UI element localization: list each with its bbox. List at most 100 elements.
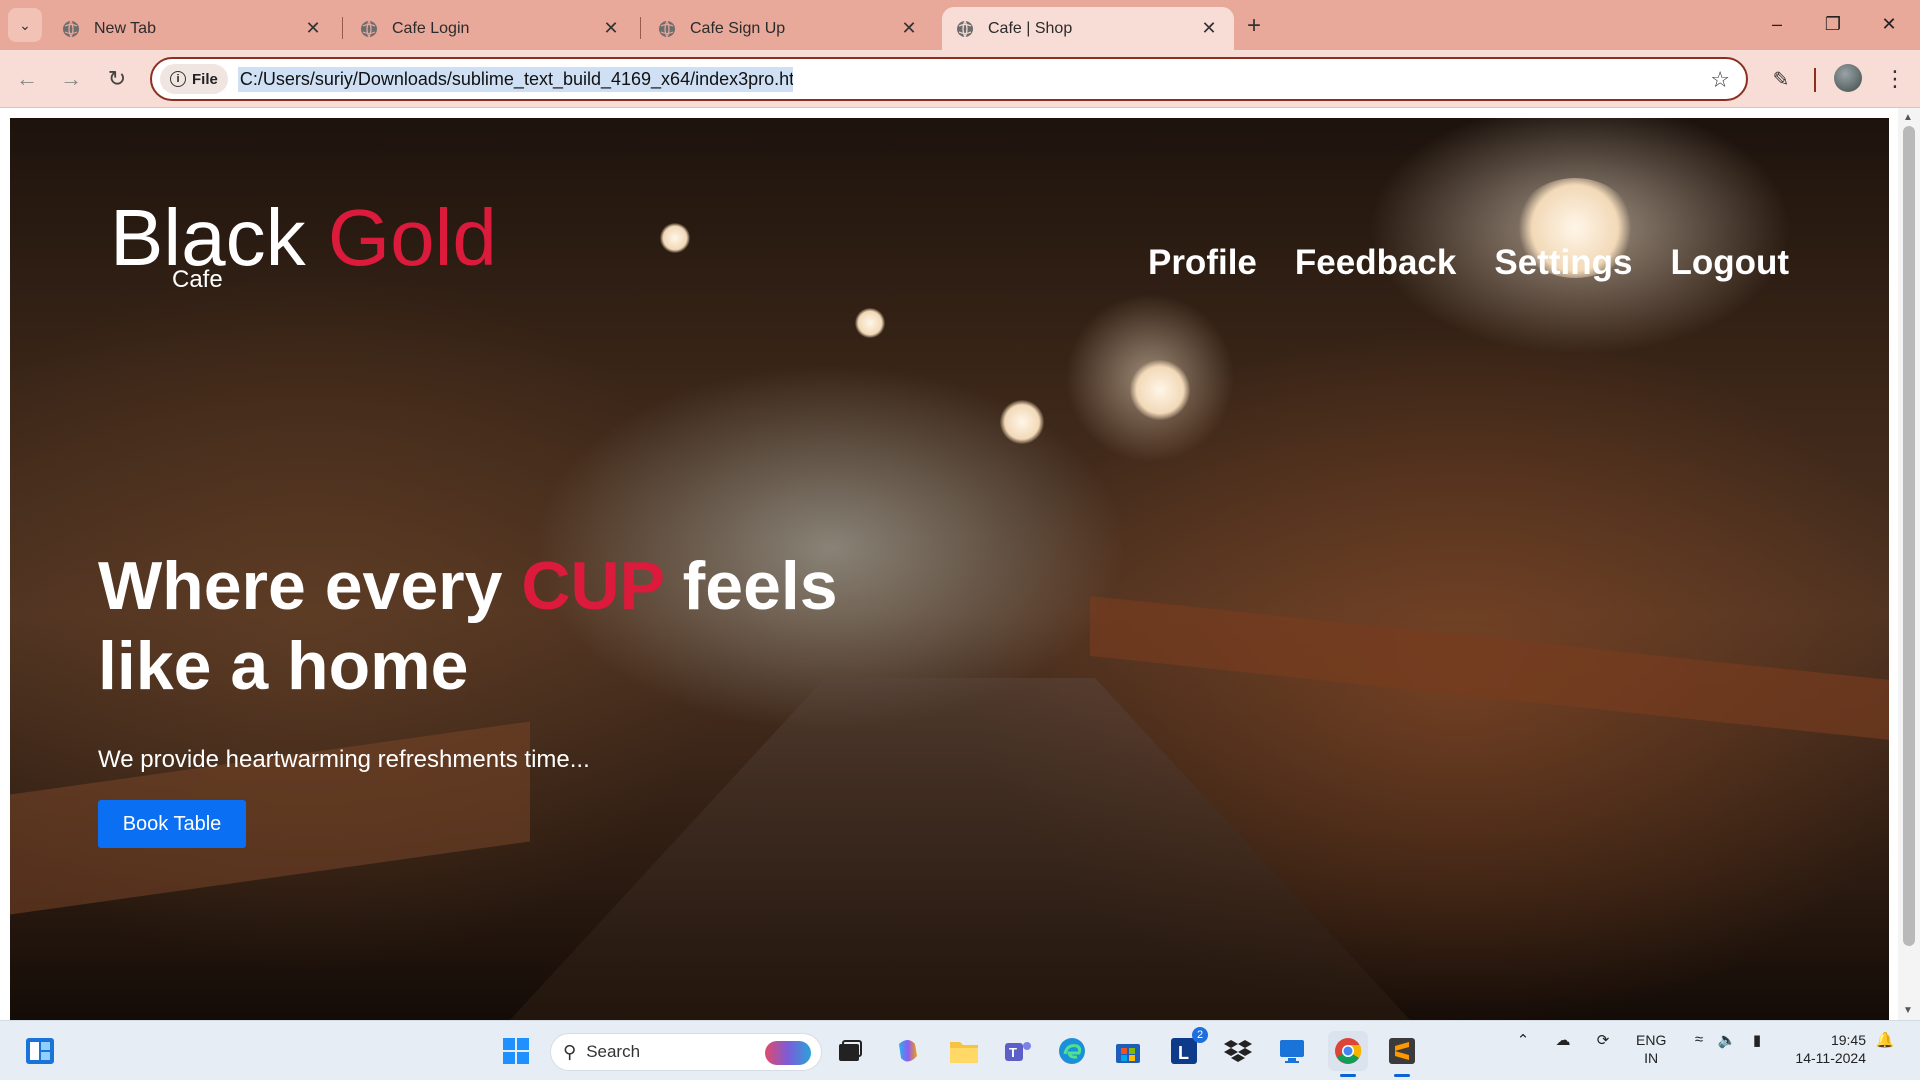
clock-date: 14-11-2024: [1795, 1050, 1866, 1066]
browser-menu-button[interactable]: ⋮: [1880, 62, 1910, 96]
arrow-left-icon: ←: [16, 66, 38, 91]
chrome-button[interactable]: [1328, 1031, 1368, 1077]
tab-new-tab[interactable]: New Tab ✕: [48, 7, 338, 50]
taskbar-search-box[interactable]: ⚲ Search: [550, 1033, 822, 1071]
globe-icon: [63, 20, 79, 37]
plus-icon: +: [1246, 12, 1261, 39]
nav-feedback-link[interactable]: Feedback: [1295, 243, 1456, 283]
close-tab-icon[interactable]: ✕: [1198, 18, 1220, 40]
tab-title: New Tab: [94, 19, 156, 37]
back-button[interactable]: ←: [10, 62, 44, 96]
page-scrollbar[interactable]: ▲ ▼: [1898, 108, 1920, 1020]
search-icon: ⚲: [563, 1041, 577, 1062]
sublime-text-icon: [1389, 1038, 1415, 1064]
restore-icon: ❐: [1824, 13, 1842, 34]
widgets-icon: [26, 1038, 54, 1064]
wifi-icon: ≈: [1694, 1031, 1704, 1048]
svg-text:L: L: [1178, 1043, 1189, 1063]
store-icon: [1116, 1044, 1140, 1063]
brand-word-gold: Gold: [327, 193, 497, 282]
speaker-icon: 🔈: [1717, 1032, 1737, 1049]
reload-button[interactable]: ↻: [100, 62, 134, 96]
dropbox-button[interactable]: [1218, 1031, 1258, 1071]
edge-button[interactable]: [1052, 1031, 1092, 1071]
brand-logo[interactable]: Black Gold Cafe: [110, 198, 497, 294]
onedrive-button[interactable]: ☁: [1548, 1031, 1578, 1049]
close-window-button[interactable]: ✕: [1866, 8, 1912, 40]
region-code: IN: [1644, 1050, 1659, 1066]
url-text[interactable]: C:/Users/suriy/Downloads/sublime_text_bu…: [237, 66, 793, 92]
sublime-text-button[interactable]: [1382, 1031, 1422, 1077]
teams-button[interactable]: T: [998, 1031, 1038, 1071]
file-explorer-button[interactable]: [944, 1031, 984, 1071]
volume-button[interactable]: 🔈: [1714, 1031, 1740, 1049]
task-view-button[interactable]: [830, 1031, 870, 1071]
book-table-button[interactable]: Book Table: [98, 800, 246, 848]
hero-headline: Where every CUP feels like a home: [98, 546, 898, 706]
chrome-icon: [1335, 1038, 1362, 1064]
more-vertical-icon: ⋮: [1884, 66, 1906, 91]
store-button[interactable]: [1108, 1031, 1148, 1071]
input-language-indicator[interactable]: ENG IN: [1636, 1031, 1666, 1067]
running-indicator: [1340, 1074, 1356, 1077]
remote-desktop-button[interactable]: [1272, 1031, 1312, 1071]
chevron-down-icon: ⌄: [19, 16, 31, 33]
clock-time: 19:45: [1830, 1032, 1866, 1048]
tab-title: Cafe Login: [392, 19, 470, 37]
close-tab-icon[interactable]: ✕: [302, 18, 324, 40]
hero-tagline: We provide heartwarming refreshments tim…: [98, 746, 590, 773]
toolbar-divider: [1814, 68, 1816, 92]
profile-avatar[interactable]: [1834, 64, 1862, 92]
tab-title: Cafe | Shop: [988, 19, 1073, 37]
nav-settings-link[interactable]: Settings: [1494, 243, 1632, 283]
extensions-button[interactable]: ✎: [1764, 62, 1798, 96]
edge-icon: [1059, 1038, 1085, 1064]
sync-icon: ⟳: [1596, 1032, 1610, 1049]
browser-tab-strip: ⌄ New Tab ✕ Cafe Login ✕ Cafe Sign Up ✕ …: [0, 0, 1920, 50]
close-tab-icon[interactable]: ✕: [898, 18, 920, 40]
folder-icon: [950, 1042, 978, 1063]
lens-app-button[interactable]: L 2: [1164, 1027, 1208, 1071]
address-bar[interactable]: i File C:/Users/suriy/Downloads/sublime_…: [150, 57, 1748, 101]
tab-cafe-sign-up[interactable]: Cafe Sign Up ✕: [644, 7, 934, 50]
scroll-down-arrow-icon[interactable]: ▼: [1903, 1005, 1913, 1016]
search-highlight-icon: [765, 1041, 811, 1065]
start-button[interactable]: [496, 1031, 536, 1071]
info-icon: i: [170, 71, 186, 87]
reload-icon: ↻: [107, 66, 127, 91]
tab-search-button[interactable]: ⌄: [8, 8, 42, 42]
restore-button[interactable]: ❐: [1810, 8, 1856, 40]
tab-cafe-login[interactable]: Cafe Login ✕: [346, 7, 636, 50]
brand-title: Black Gold: [110, 198, 497, 278]
copilot-icon: [899, 1040, 917, 1062]
nav-profile-link[interactable]: Profile: [1148, 243, 1257, 283]
tab-divider: [342, 17, 343, 39]
scroll-thumb[interactable]: [1903, 126, 1915, 946]
globe-icon: [957, 20, 973, 37]
remote-desktop-icon: [1280, 1040, 1304, 1063]
scroll-up-arrow-icon[interactable]: ▲: [1903, 112, 1913, 123]
windows-logo-icon: [503, 1038, 529, 1064]
hero-background-photo: Black Gold Cafe Profile Feedback Setting…: [10, 118, 1889, 1020]
minimize-button[interactable]: –: [1754, 8, 1800, 40]
tab-cafe-shop[interactable]: Cafe | Shop ✕: [942, 7, 1234, 50]
pendant-lamp: [1000, 400, 1044, 444]
taskbar-clock[interactable]: 19:45 14-11-2024: [1786, 1031, 1866, 1067]
page-viewport: Black Gold Cafe Profile Feedback Setting…: [0, 108, 1920, 1020]
forward-button[interactable]: →: [54, 62, 88, 96]
copilot-button[interactable]: [888, 1031, 928, 1071]
show-hidden-icons-button[interactable]: ⌃: [1510, 1031, 1536, 1049]
lens-app-icon: L: [1171, 1038, 1197, 1064]
pendant-lamp: [1130, 360, 1190, 420]
bookmark-star-icon[interactable]: ☆: [1710, 67, 1730, 93]
new-tab-button[interactable]: +: [1240, 12, 1268, 40]
widgets-button[interactable]: [20, 1031, 60, 1071]
close-tab-icon[interactable]: ✕: [600, 18, 622, 40]
site-info-chip[interactable]: i File: [160, 64, 228, 94]
notifications-button[interactable]: 🔔: [1872, 1031, 1898, 1049]
sync-button[interactable]: ⟳: [1588, 1031, 1618, 1049]
wifi-button[interactable]: ≈: [1686, 1031, 1712, 1048]
notification-badge: 2: [1192, 1027, 1208, 1043]
nav-logout-link[interactable]: Logout: [1670, 243, 1789, 283]
battery-button[interactable]: ▮: [1742, 1031, 1772, 1049]
